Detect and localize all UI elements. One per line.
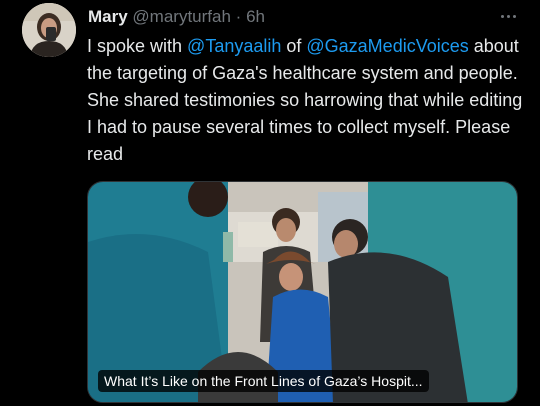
author-handle[interactable]: @maryturfah [132,7,231,26]
author-name[interactable]: Mary [88,7,128,26]
tweet-header: Mary @maryturfah · 6h [88,6,524,28]
tweet-timestamp[interactable]: 6h [246,7,265,26]
more-options-button[interactable] [496,8,520,24]
more-horizontal-icon [500,14,516,18]
tweet-text-part1: I spoke with [87,36,188,56]
link-preview-card[interactable]: What It’s Like on the Front Lines of Gaz… [87,181,518,403]
card-title: What It’s Like on the Front Lines of Gaz… [98,370,429,392]
avatar-photo [22,3,76,57]
author-avatar[interactable] [22,3,76,57]
separator-dot: · [235,7,242,26]
mention-gazamedicvoices[interactable]: @GazaMedicVoices [306,36,468,56]
mention-tanyaalih[interactable]: @Tanyaalih [187,36,281,56]
tweet-text: I spoke with @Tanyaalih of @GazaMedicVoi… [87,33,527,168]
tweet-text-part2: of [281,36,307,56]
